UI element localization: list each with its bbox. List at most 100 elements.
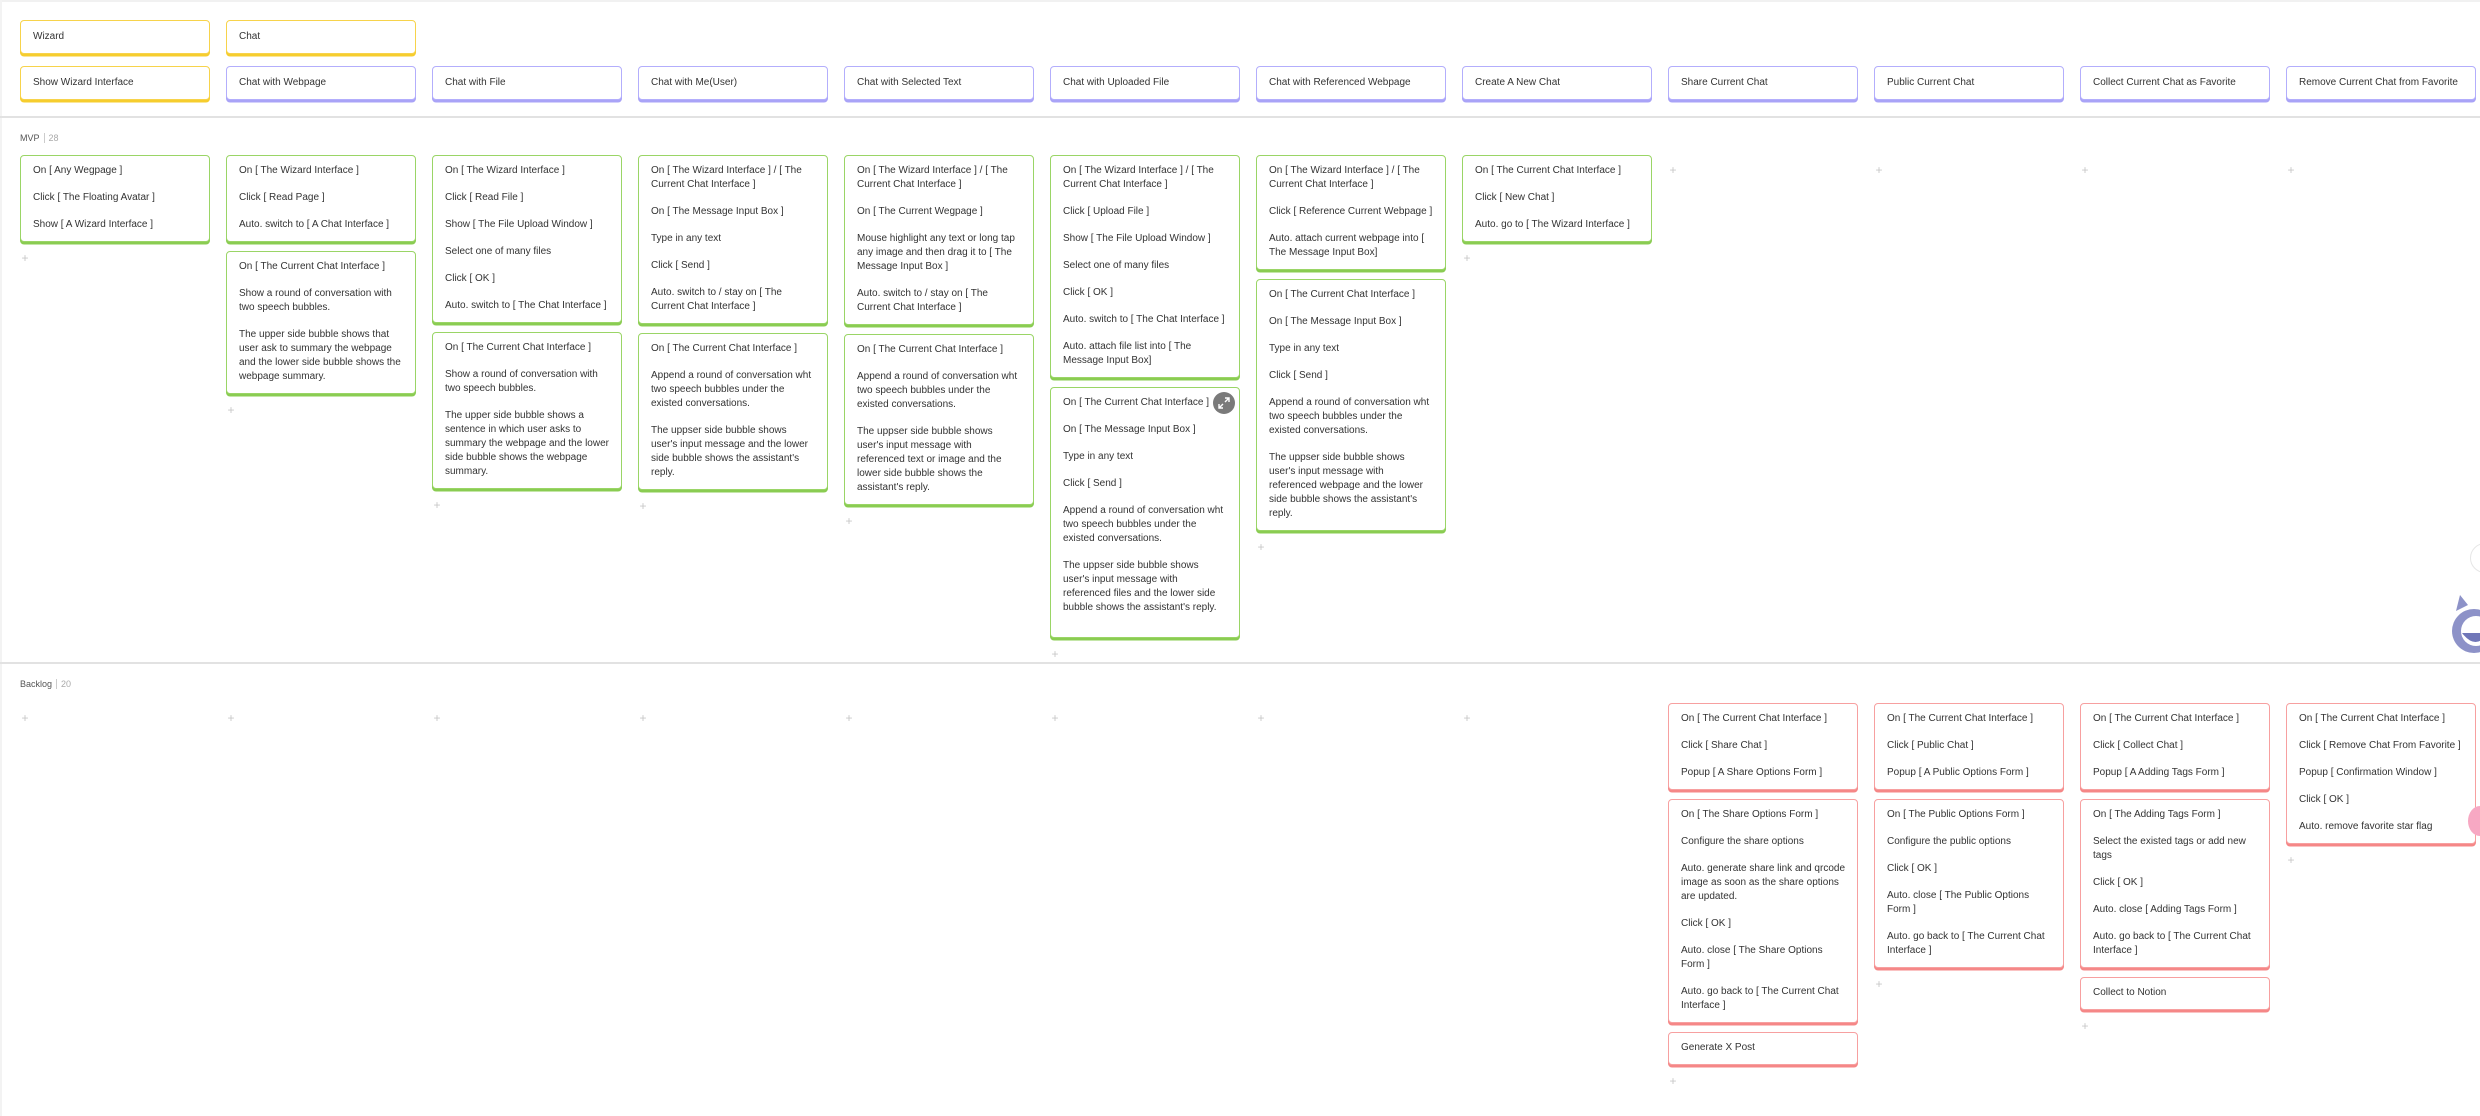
story-step: Auto. close [ Adding Tags Form ]: [2093, 904, 2237, 915]
add-story-icon[interactable]: +: [2286, 854, 2296, 866]
add-story-icon[interactable]: +: [638, 712, 648, 724]
feature-card[interactable]: Chat with Me(User): [638, 66, 828, 100]
story-step: Auto. remove favorite star flag: [2299, 821, 2433, 832]
add-story-icon[interactable]: +: [226, 404, 236, 416]
floating-avatar[interactable]: [2448, 589, 2480, 657]
add-story-icon[interactable]: +: [1050, 712, 1060, 724]
story-card[interactable]: On [ The Wizard Interface ] / [ The Curr…: [844, 155, 1034, 325]
story-step: Auto. switch to [ The Chat Interface ]: [1063, 314, 1225, 325]
story-step: On [ The Message Input Box ]: [1063, 424, 1196, 435]
add-story-icon[interactable]: +: [2286, 164, 2296, 176]
story-step: Popup [ A Share Options Form ]: [1681, 767, 1823, 778]
story-card[interactable]: On [ The Share Options Form ] Configure t…: [1668, 799, 1858, 1023]
story-step: Popup [ Confirmation Window ]: [2299, 767, 2437, 778]
story-card[interactable]: On [ The Current Chat Interface ] Show a …: [226, 251, 416, 394]
feature-card[interactable]: Collect Current Chat as Favorite: [2080, 66, 2270, 100]
story-card[interactable]: On [ The Wizard Interface ] Click [ Read …: [226, 155, 416, 242]
add-story-icon[interactable]: +: [1256, 712, 1266, 724]
story-card[interactable]: On [ The Wizard Interface ] Click [ Read …: [432, 155, 622, 323]
story-step: Auto. attach file list into [ The Messag…: [1063, 341, 1192, 366]
story-card[interactable]: On [ The Current Chat Interface ] Append …: [844, 334, 1034, 505]
add-story-icon[interactable]: +: [1668, 164, 1678, 176]
story-card[interactable]: On [ The Current Chat Interface ] Click […: [2080, 703, 2270, 790]
story-step: On [ The Current Chat Interface ]: [239, 261, 385, 272]
story-card[interactable]: On [ The Current Chat Interface ] Click […: [2286, 703, 2476, 844]
add-story-icon[interactable]: +: [432, 712, 442, 724]
activity-card-chat[interactable]: Chat: [226, 20, 416, 54]
activity-card-wizard[interactable]: Wizard: [20, 20, 210, 54]
feature-card[interactable]: Share Current Chat: [1668, 66, 1858, 100]
story-card[interactable]: On [ The Current Chat Interface ] Append …: [638, 333, 828, 490]
release-count: 20: [61, 679, 72, 689]
story-step: Select the existed tags or add new tags: [2093, 836, 2246, 861]
story-card[interactable]: On [ The Current Chat Interface ] Click […: [1874, 703, 2064, 790]
story-step: Mouse highlight any text or long tap any…: [857, 233, 1015, 272]
add-story-icon[interactable]: +: [432, 499, 442, 511]
story-card[interactable]: On [ The Wizard Interface ] / [ The Curr…: [638, 155, 828, 324]
story-step: On [ The Wizard Interface ]: [445, 165, 565, 176]
release-label-backlog: Backlog 20: [20, 679, 71, 689]
story-card[interactable]: On [ The Adding Tags Form ] Select the ex…: [2080, 799, 2270, 968]
story-step: Click [ Upload File ]: [1063, 206, 1150, 217]
story-step: Auto. switch to [ A Chat Interface ]: [239, 219, 390, 230]
story-step: Show a round of conversation with two sp…: [445, 369, 598, 394]
add-story-icon[interactable]: +: [844, 712, 854, 724]
release-divider-mvp: [0, 116, 2480, 118]
add-story-icon[interactable]: +: [1668, 1075, 1678, 1087]
story-card[interactable]: On [ The Current Chat Interface ] On [ Th…: [1050, 387, 1240, 638]
story-step: Type in any text: [651, 233, 722, 244]
story-step: Click [ Read File ]: [445, 192, 524, 203]
add-story-icon[interactable]: +: [226, 712, 236, 724]
feature-card[interactable]: Chat with Selected Text: [844, 66, 1034, 100]
feature-card[interactable]: Chat with Referenced Webpage: [1256, 66, 1446, 100]
add-story-icon[interactable]: +: [1256, 541, 1266, 553]
add-story-icon[interactable]: +: [1874, 978, 1884, 990]
story-card[interactable]: On [ The Wizard Interface ] / [ The Curr…: [1256, 155, 1446, 270]
story-card[interactable]: On [ The Public Options Form ] Configure …: [1874, 799, 2064, 968]
story-card[interactable]: On [ Any Wegpage ] Click [ The Floating A…: [20, 155, 210, 242]
story-step: On [ The Current Chat Interface ]: [1269, 289, 1415, 300]
story-card[interactable]: On [ The Wizard Interface ] / [ The Curr…: [1050, 155, 1240, 378]
add-story-icon[interactable]: +: [638, 500, 648, 512]
story-step: Append a round of conversation wht two s…: [857, 371, 1018, 410]
add-story-icon[interactable]: +: [1462, 252, 1472, 264]
story-step: Generate X Post: [1681, 1042, 1755, 1053]
feature-card[interactable]: Create A New Chat: [1462, 66, 1652, 100]
assistant-mini-button[interactable]: [2470, 543, 2480, 573]
add-story-icon[interactable]: +: [20, 252, 30, 264]
add-story-icon[interactable]: +: [1874, 164, 1884, 176]
feature-card[interactable]: Show Wizard Interface: [20, 66, 210, 100]
story-card[interactable]: Collect to Notion: [2080, 977, 2270, 1010]
feature-card[interactable]: Chat with Webpage: [226, 66, 416, 100]
story-step: Click [ The Floating Avatar ]: [33, 192, 155, 203]
story-step: Configure the public options: [1887, 836, 2011, 847]
story-step: Click [ Reference Current Webpage ]: [1269, 206, 1433, 217]
feature-card[interactable]: Remove Current Chat from Favorite: [2286, 66, 2476, 100]
story-step: The uppser side bubble shows user's inpu…: [1269, 452, 1423, 519]
add-story-icon[interactable]: +: [2080, 164, 2090, 176]
story-step: On [ The Current Chat Interface ]: [1475, 165, 1621, 176]
story-card[interactable]: On [ The Current Chat Interface ] On [ Th…: [1256, 279, 1446, 531]
add-story-icon[interactable]: +: [1050, 648, 1060, 660]
feature-card[interactable]: Public Current Chat: [1874, 66, 2064, 100]
story-step: Click [ Public Chat ]: [1887, 740, 1974, 751]
release-name: Backlog: [20, 679, 53, 689]
story-card[interactable]: On [ The Current Chat Interface ] Click […: [1462, 155, 1652, 242]
feature-label: Public Current Chat: [1887, 77, 1975, 88]
feature-card[interactable]: Chat with File: [432, 66, 622, 100]
story-step: Click [ Send ]: [1063, 478, 1122, 489]
add-story-icon[interactable]: +: [1462, 712, 1472, 724]
story-card[interactable]: Generate X Post: [1668, 1032, 1858, 1065]
add-story-icon[interactable]: +: [844, 515, 854, 527]
add-story-icon[interactable]: +: [2080, 1020, 2090, 1032]
feature-card[interactable]: Chat with Uploaded File: [1050, 66, 1240, 100]
story-step: On [ The Wizard Interface ] / [ The Curr…: [651, 165, 802, 190]
story-card[interactable]: On [ The Current Chat Interface ] Show a …: [432, 332, 622, 489]
story-step: On [ The Current Chat Interface ]: [651, 343, 797, 354]
feature-label: Remove Current Chat from Favorite: [2299, 77, 2458, 88]
story-step: Append a round of conversation wht two s…: [1063, 505, 1224, 544]
add-story-icon[interactable]: +: [20, 712, 30, 724]
expand-icon[interactable]: [1213, 392, 1235, 414]
story-card[interactable]: On [ The Current Chat Interface ] Click […: [1668, 703, 1858, 790]
story-step: Click [ Remove Chat From Favorite ]: [2299, 740, 2461, 751]
